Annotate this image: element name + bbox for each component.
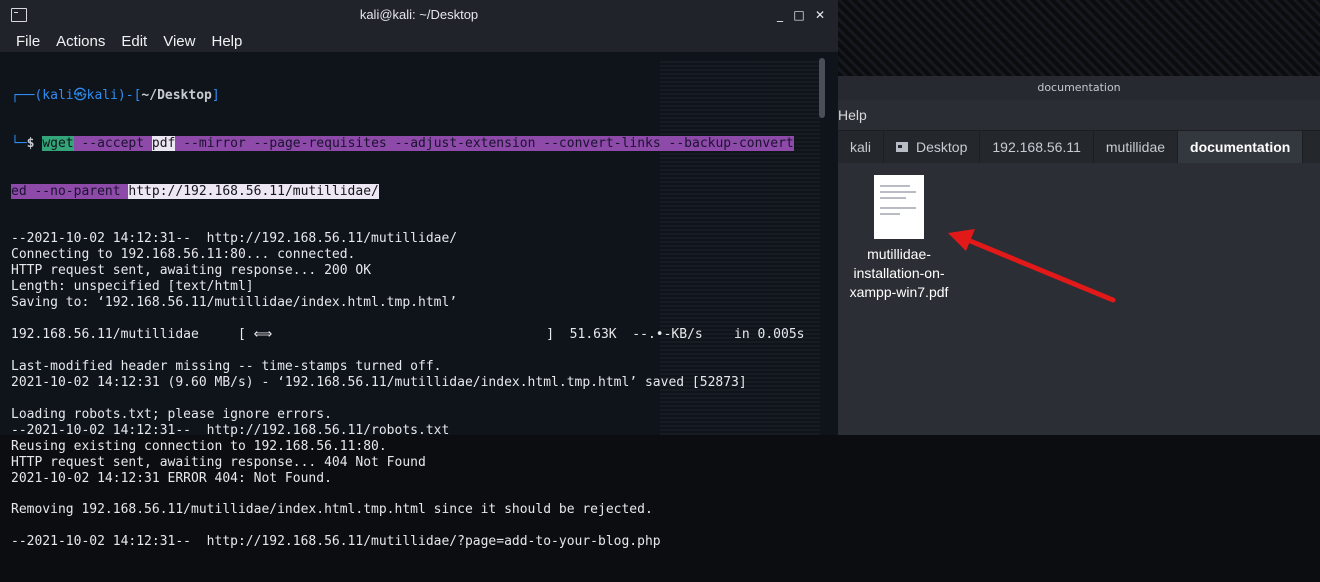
breadcrumb-kali[interactable]: kali: [838, 131, 885, 163]
menu-view[interactable]: View: [163, 33, 195, 50]
terminal-menubar: File Actions Edit View Help: [0, 30, 838, 52]
breadcrumb-label: documentation: [1190, 139, 1291, 155]
terminal-output[interactable]: ┌──(kali㉿kali)-[~/Desktop] └─$ wget --ac…: [11, 56, 811, 582]
output-line: --2021-10-02 14:12:31-- http://192.168.5…: [11, 422, 450, 438]
output-line: 2021-10-02 14:12:31 (9.60 MB/s) - ‘192.1…: [11, 374, 747, 390]
command-line: └─$ wget --accept pdf --mirror --page-re…: [11, 135, 794, 151]
output-line: Removing 192.168.56.11/mutillidae/index.…: [11, 502, 653, 518]
file-manager-title: documentation: [838, 76, 1320, 100]
breadcrumb-label: 192.168.56.11: [992, 139, 1081, 155]
pdf-thumbnail-icon: [874, 175, 924, 239]
prompt-line: ┌──(kali㉿kali)-[~/Desktop]: [11, 87, 220, 103]
output-line: Last-modified header missing -- time-sta…: [11, 358, 442, 374]
output-line: HTTP request sent, awaiting response... …: [11, 263, 372, 279]
desktop-wallpaper-art: [838, 0, 1320, 80]
output-line: --2021-10-02 14:12:31-- http://192.168.5…: [11, 231, 458, 247]
red-arrow-annotation: [948, 229, 1116, 303]
breadcrumb-label: kali: [850, 139, 872, 155]
output-line: --2021-10-02 14:12:31-- http://192.168.5…: [11, 534, 661, 550]
menu-help[interactable]: Help: [211, 33, 242, 50]
breadcrumb-mutillidae[interactable]: mutillidae: [1094, 131, 1179, 163]
breadcrumb-label: mutillidae: [1105, 139, 1166, 155]
output-line: Connecting to 192.168.56.11:80... connec…: [11, 247, 356, 263]
output-line: 2021-10-02 14:12:31 ERROR 404: Not Found…: [11, 470, 332, 486]
desktop-folder-icon: [896, 142, 909, 152]
breadcrumb-label: Desktop: [916, 139, 968, 155]
output-line: Loading robots.txt; please ignore errors…: [11, 406, 332, 422]
breadcrumb: kali Desktop 192.168.56.11 mutillidae do…: [838, 130, 1320, 164]
breadcrumb-host[interactable]: 192.168.56.11: [980, 131, 1094, 163]
output-line: 192.168.56.11/mutillidae [ ⟺ ] 51.63K --…: [11, 327, 805, 343]
output-line: HTTP request sent, awaiting response... …: [11, 454, 426, 470]
breadcrumb-documentation[interactable]: documentation: [1178, 131, 1304, 163]
menu-help[interactable]: Help: [838, 107, 867, 123]
breadcrumb-desktop[interactable]: Desktop: [884, 131, 981, 163]
output-line: Length: unspecified [text/html]: [11, 279, 254, 295]
menu-file[interactable]: File: [16, 33, 40, 50]
terminal-title: kali@kali: ~/Desktop: [359, 7, 479, 22]
menu-edit[interactable]: Edit: [121, 33, 147, 50]
command-line-wrap: ed --no-parent http://192.168.56.11/muti…: [11, 183, 379, 199]
maximize-icon[interactable]: □: [791, 7, 807, 23]
output-line: Saving to: ‘192.168.56.11/mutillidae/ind…: [11, 295, 458, 311]
file-manager-menubar: Help: [838, 100, 1320, 130]
menu-actions[interactable]: Actions: [56, 33, 105, 50]
output-line: Reusing existing connection to 192.168.5…: [11, 438, 387, 454]
minimize-icon[interactable]: _: [772, 7, 788, 23]
close-icon[interactable]: ✕: [812, 7, 828, 23]
terminal-titlebar: kali@kali: ~/Desktop _ □ ✕: [0, 0, 838, 30]
terminal-scrollbar[interactable]: [819, 58, 825, 118]
terminal-window: kali@kali: ~/Desktop _ □ ✕ File Actions …: [0, 0, 838, 549]
